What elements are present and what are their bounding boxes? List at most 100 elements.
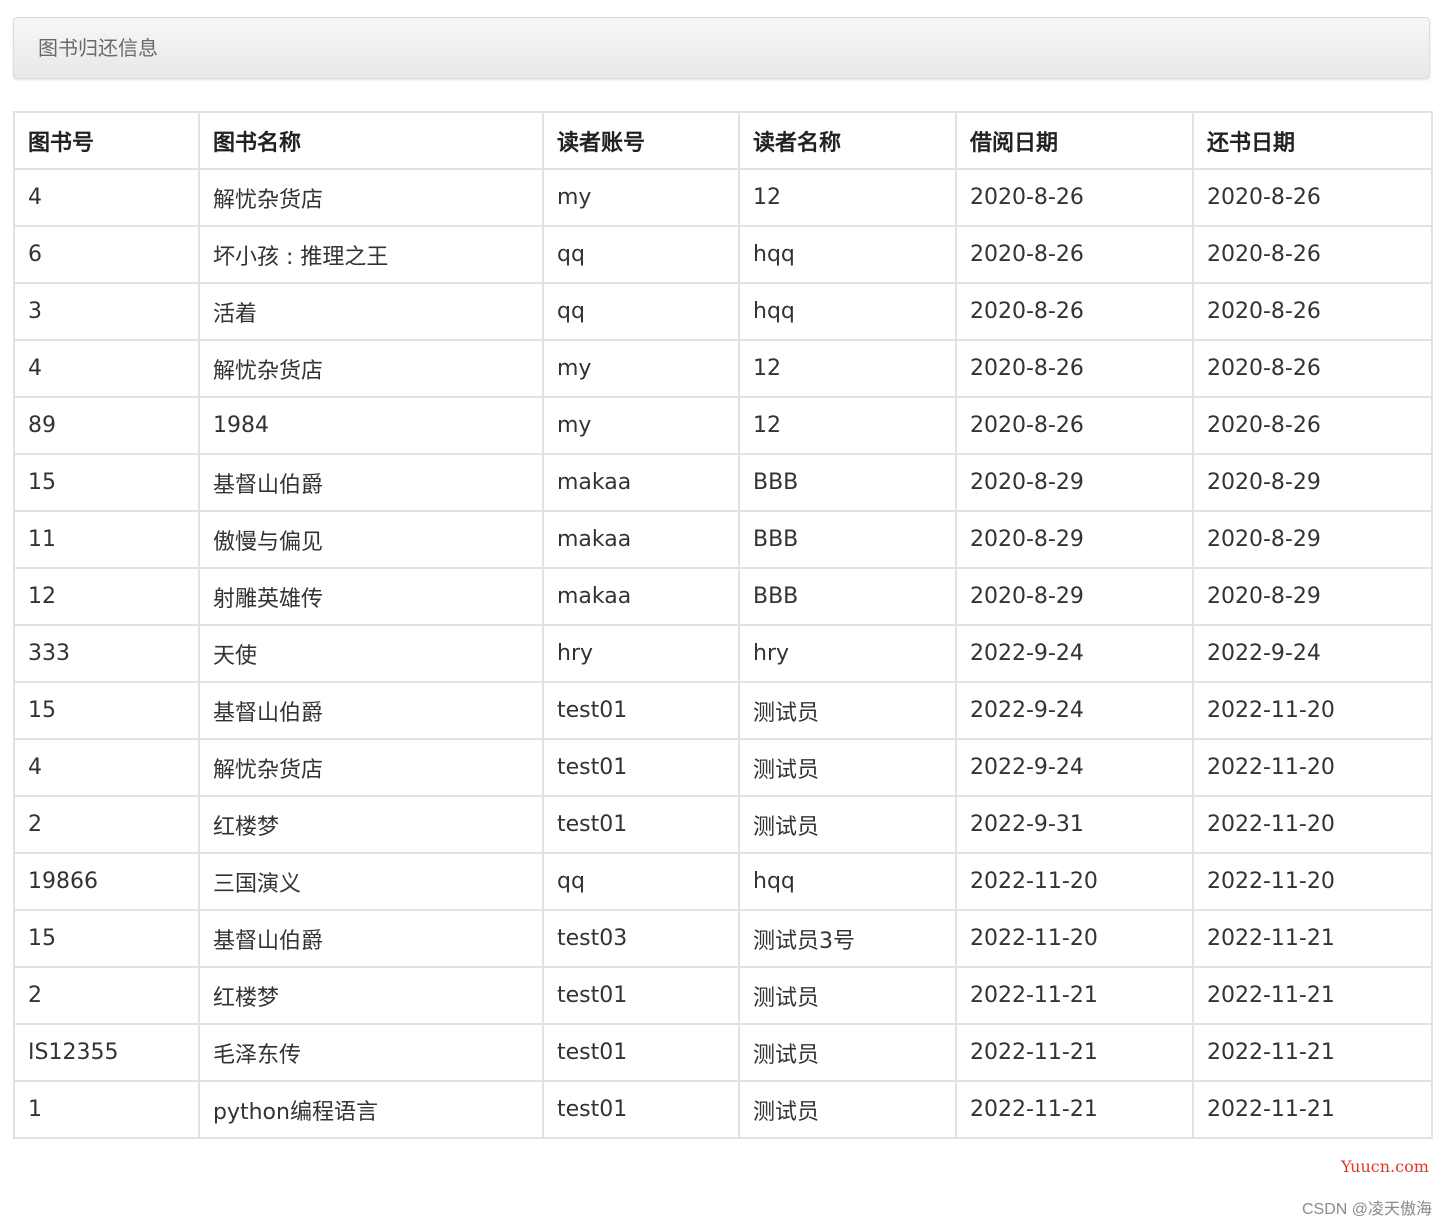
cell-book-id: 15 — [13, 681, 200, 740]
cell-reader-account: my — [542, 339, 740, 398]
cell-borrow-date: 2020-8-26 — [955, 225, 1194, 284]
table-row: 1 python编程语言 test01 测试员 2022-11-21 2022-11-21 — [13, 1080, 1433, 1139]
cell-return-date: 2022-11-21 — [1192, 1080, 1433, 1139]
cell-book-name: 毛泽东传 — [198, 1023, 544, 1082]
cell-book-id: 3 — [13, 282, 200, 341]
cell-book-name: 解忧杂货店 — [198, 738, 544, 797]
cell-book-name: 基督山伯爵 — [198, 453, 544, 512]
cell-book-id: 4 — [13, 168, 200, 227]
cell-return-date: 2022-11-21 — [1192, 1023, 1433, 1082]
table-row: 4 解忧杂货店 test01 测试员 2022-9-24 2022-11-20 — [13, 738, 1433, 797]
col-reader-account-header: 读者账号 — [542, 111, 740, 170]
table-row: 15 基督山伯爵 makaa BBB 2020-8-29 2020-8-29 — [13, 453, 1433, 512]
cell-book-name: 傲慢与偏见 — [198, 510, 544, 569]
col-reader-name-header: 读者名称 — [738, 111, 957, 170]
table-row: 3 活着 qq hqq 2020-8-26 2020-8-26 — [13, 282, 1433, 341]
table-row: 2 红楼梦 test01 测试员 2022-11-21 2022-11-21 — [13, 966, 1433, 1025]
return-records-table: 图书号 图书名称 读者账号 读者名称 借阅日期 还书日期 4 解忧杂货店 my 12 2… — [13, 111, 1433, 1139]
table-row: 6 坏小孩 : 推理之王 qq hqq 2020-8-26 2020-8-26 — [13, 225, 1433, 284]
cell-borrow-date: 2022-11-20 — [955, 909, 1194, 968]
cell-book-id: 15 — [13, 909, 200, 968]
cell-book-id: 15 — [13, 453, 200, 512]
cell-borrow-date: 2020-8-26 — [955, 282, 1194, 341]
cell-book-id: 19866 — [13, 852, 200, 911]
cell-book-id: 4 — [13, 339, 200, 398]
cell-borrow-date: 2020-8-29 — [955, 567, 1194, 626]
cell-reader-name: 测试员 — [738, 681, 957, 740]
col-return-date-header: 还书日期 — [1192, 111, 1433, 170]
cell-reader-name: hry — [738, 624, 957, 683]
cell-book-name: 三国演义 — [198, 852, 544, 911]
cell-reader-name: BBB — [738, 510, 957, 569]
cell-return-date: 2022-11-20 — [1192, 681, 1433, 740]
table-row: 15 基督山伯爵 test01 测试员 2022-9-24 2022-11-20 — [13, 681, 1433, 740]
cell-return-date: 2022-11-20 — [1192, 738, 1433, 797]
cell-book-id: 1 — [13, 1080, 200, 1139]
cell-reader-account: test01 — [542, 966, 740, 1025]
cell-book-id: IS12355 — [13, 1023, 200, 1082]
cell-reader-name: 测试员 — [738, 738, 957, 797]
table-row: IS12355 毛泽东传 test01 测试员 2022-11-21 2022-11-21 — [13, 1023, 1433, 1082]
cell-book-id: 2 — [13, 795, 200, 854]
cell-book-id: 4 — [13, 738, 200, 797]
table-row: 2 红楼梦 test01 测试员 2022-9-31 2022-11-20 — [13, 795, 1433, 854]
table-row: 15 基督山伯爵 test03 测试员3号 2022-11-20 2022-11-21 — [13, 909, 1433, 968]
cell-reader-account: makaa — [542, 453, 740, 512]
cell-book-id: 11 — [13, 510, 200, 569]
cell-book-id: 6 — [13, 225, 200, 284]
cell-borrow-date: 2022-11-20 — [955, 852, 1194, 911]
cell-reader-account: test01 — [542, 738, 740, 797]
cell-return-date: 2020-8-26 — [1192, 225, 1433, 284]
cell-reader-account: test01 — [542, 795, 740, 854]
table-row: 89 1984 my 12 2020-8-26 2020-8-26 — [13, 396, 1433, 455]
cell-book-id: 12 — [13, 567, 200, 626]
cell-borrow-date: 2020-8-26 — [955, 339, 1194, 398]
cell-borrow-date: 2020-8-29 — [955, 510, 1194, 569]
table-row: 333 天使 hry hry 2022-9-24 2022-9-24 — [13, 624, 1433, 683]
cell-reader-account: test01 — [542, 1023, 740, 1082]
cell-reader-account: test01 — [542, 1080, 740, 1139]
cell-borrow-date: 2022-9-31 — [955, 795, 1194, 854]
cell-book-name: 红楼梦 — [198, 795, 544, 854]
cell-reader-account: my — [542, 168, 740, 227]
cell-book-name: 解忧杂货店 — [198, 339, 544, 398]
cell-book-name: 天使 — [198, 624, 544, 683]
cell-reader-name: 12 — [738, 339, 957, 398]
cell-book-name: python编程语言 — [198, 1080, 544, 1139]
cell-return-date: 2020-8-26 — [1192, 282, 1433, 341]
panel-title: 图书归还信息 — [38, 36, 158, 60]
cell-reader-account: makaa — [542, 567, 740, 626]
yuucn-watermark: Yuucn.com — [1341, 1157, 1429, 1176]
cell-book-name: 基督山伯爵 — [198, 681, 544, 740]
cell-book-id: 2 — [13, 966, 200, 1025]
cell-reader-account: qq — [542, 282, 740, 341]
cell-return-date: 2022-9-24 — [1192, 624, 1433, 683]
cell-borrow-date: 2022-11-21 — [955, 966, 1194, 1025]
cell-reader-name: 测试员 — [738, 795, 957, 854]
table-row: 11 傲慢与偏见 makaa BBB 2020-8-29 2020-8-29 — [13, 510, 1433, 569]
cell-book-id: 89 — [13, 396, 200, 455]
cell-book-id: 333 — [13, 624, 200, 683]
table-row: 4 解忧杂货店 my 12 2020-8-26 2020-8-26 — [13, 339, 1433, 398]
table-row: 12 射雕英雄传 makaa BBB 2020-8-29 2020-8-29 — [13, 567, 1433, 626]
cell-reader-name: BBB — [738, 567, 957, 626]
cell-reader-name: hqq — [738, 225, 957, 284]
cell-reader-account: test01 — [542, 681, 740, 740]
cell-reader-name: 测试员 — [738, 966, 957, 1025]
cell-return-date: 2020-8-26 — [1192, 168, 1433, 227]
col-borrow-date-header: 借阅日期 — [955, 111, 1194, 170]
cell-book-name: 红楼梦 — [198, 966, 544, 1025]
cell-book-name: 坏小孩 : 推理之王 — [198, 225, 544, 284]
cell-book-name: 解忧杂货店 — [198, 168, 544, 227]
cell-return-date: 2022-11-21 — [1192, 966, 1433, 1025]
cell-reader-account: makaa — [542, 510, 740, 569]
cell-reader-name: 测试员3号 — [738, 909, 957, 968]
cell-borrow-date: 2020-8-29 — [955, 453, 1194, 512]
cell-reader-account: qq — [542, 852, 740, 911]
cell-borrow-date: 2022-9-24 — [955, 681, 1194, 740]
cell-return-date: 2022-11-21 — [1192, 909, 1433, 968]
cell-borrow-date: 2022-11-21 — [955, 1023, 1194, 1082]
cell-reader-name: 测试员 — [738, 1023, 957, 1082]
cell-return-date: 2022-11-20 — [1192, 795, 1433, 854]
cell-reader-name: BBB — [738, 453, 957, 512]
